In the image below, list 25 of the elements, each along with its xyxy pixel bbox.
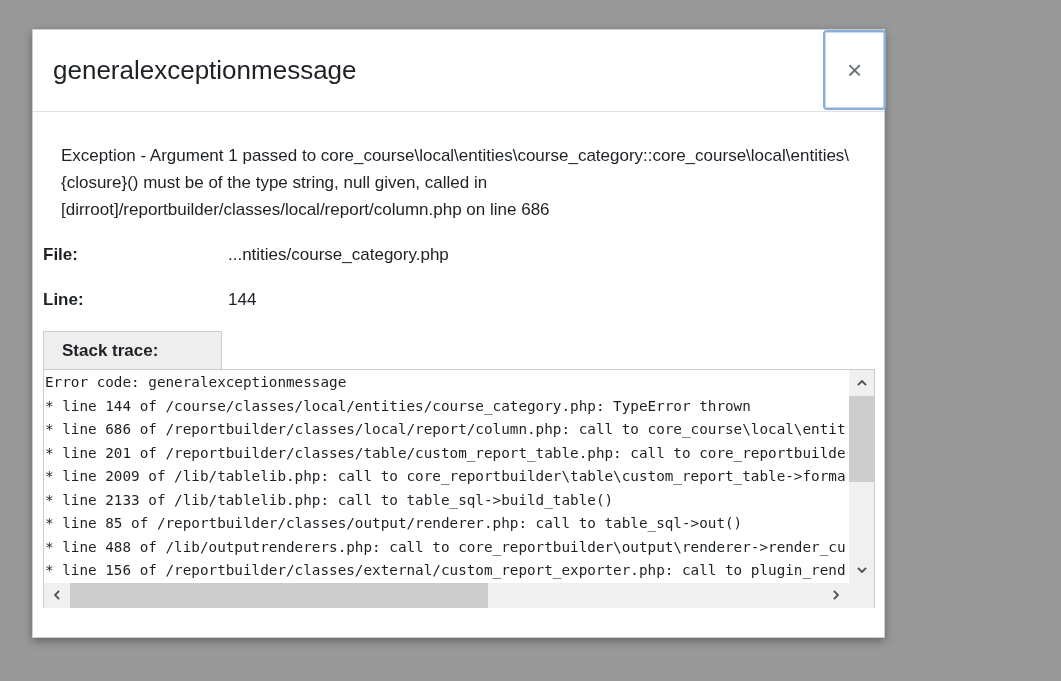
close-button[interactable]: × bbox=[823, 30, 886, 110]
stack-trace-line: * line 686 of /reportbuilder/classes/local/report/column.php: call to core_course\local\entit bbox=[45, 420, 846, 440]
chevron-right-icon[interactable] bbox=[833, 590, 839, 600]
chevron-up-icon[interactable] bbox=[856, 380, 867, 386]
stack-trace-line: * line 85 of /reportbuilder/classes/output/renderer.php: call to table_sql->out() bbox=[45, 514, 743, 534]
stack-trace-line: * line 156 of /reportbuilder/classes/external/custom_report_exporter.php: call to plugin_rend bbox=[45, 561, 846, 581]
stack-trace-line: * line 488 of /lib/outputrenderers.php: call to core_reportbuilder\output\renderer->render_cu bbox=[45, 537, 846, 558]
stack-trace-line: * line 201 of /reportbuilder/classes/table/custom_report_table.php: call to core_reportbuilde bbox=[45, 443, 846, 464]
scrollbar-thumb[interactable] bbox=[849, 396, 874, 482]
vertical-scrollbar[interactable] bbox=[849, 370, 874, 583]
chevron-left-icon[interactable] bbox=[54, 590, 60, 600]
stack-trace-line: * line 2009 of /lib/tablelib.php: call to core_reportbuilder\table\custom_report_table->forma bbox=[45, 467, 846, 487]
scrollbar-thumb[interactable] bbox=[70, 582, 488, 608]
detail-label: File: bbox=[43, 244, 78, 266]
detail-value: 144 bbox=[228, 289, 257, 311]
detail-value: ...ntities/course_category.php bbox=[228, 244, 449, 266]
stack-trace-line: * line 2133 of /lib/tablelib.php: call to table_sql->build_table() bbox=[45, 490, 614, 511]
stack-trace-line: Error code: generalexceptionmessage bbox=[45, 373, 347, 392]
chevron-down-icon[interactable] bbox=[856, 566, 867, 573]
dialog-title: generalexceptionmessage bbox=[52, 54, 358, 87]
detail-label: Line: bbox=[43, 289, 84, 311]
horizontal-scrollbar[interactable] bbox=[44, 582, 874, 608]
stack-trace-heading: Stack trace: bbox=[43, 331, 222, 369]
exception-message: Exception - Argument 1 passed to core_course\local\entities\course_category::core_course\local\entities\{closure}() must be of the type string, null given, called in [dirroot]/reportbuilder/classes/local/report/column.php on line 686 bbox=[60, 145, 851, 221]
stack-trace-line: * line 144 of /course/classes/local/entities/course_category.php: TypeError thrown bbox=[45, 396, 751, 417]
